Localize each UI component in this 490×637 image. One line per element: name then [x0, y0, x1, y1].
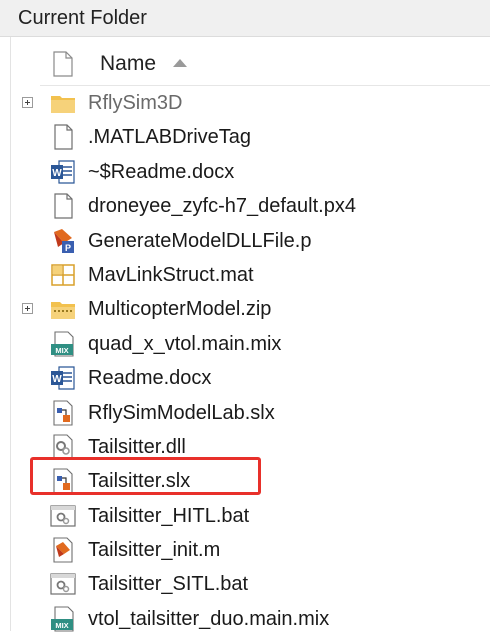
column-header-name[interactable]: Name	[40, 42, 490, 86]
file-name: RflySim3D	[88, 92, 183, 114]
file-row[interactable]: W ~$Readme.docx	[0, 155, 490, 189]
mix-file-icon: MIX	[50, 606, 76, 632]
highlight-box	[30, 457, 261, 495]
panel-title: Current Folder	[0, 0, 490, 37]
file-row[interactable]: Tailsitter_SITL.bat	[0, 567, 490, 601]
file-name: GenerateModelDLLFile.p	[88, 229, 312, 252]
matlab-p-file-icon: P	[50, 228, 76, 254]
file-name: MavLinkStruct.mat	[88, 263, 254, 286]
file-name: vtol_tailsitter_duo.main.mix	[88, 607, 330, 630]
matlab-script-icon	[50, 537, 76, 563]
svg-text:P: P	[65, 243, 71, 253]
file-row[interactable]: RflySimModelLab.slx	[0, 396, 490, 430]
file-row[interactable]: .MATLABDriveTag	[0, 120, 490, 154]
blank-file-icon	[50, 193, 76, 219]
file-name: .MATLABDriveTag	[88, 126, 252, 149]
file-row[interactable]: RflySim3D	[0, 86, 490, 120]
blank-file-icon	[50, 124, 76, 150]
mix-file-icon: MIX	[50, 331, 76, 357]
file-name: RflySimModelLab.slx	[88, 401, 275, 424]
mat-file-icon	[50, 262, 76, 288]
file-row[interactable]: Tailsitter_init.m	[0, 533, 490, 567]
batch-file-icon	[50, 571, 76, 597]
file-row[interactable]: Tailsitter_HITL.bat	[0, 499, 490, 533]
file-name: ~$Readme.docx	[88, 160, 235, 183]
expand-icon[interactable]	[22, 97, 33, 108]
svg-text:MIX: MIX	[55, 621, 68, 630]
svg-text:MIX: MIX	[55, 346, 68, 355]
sort-ascending-icon	[173, 59, 187, 67]
file-type-column-icon	[53, 51, 73, 77]
file-row[interactable]: MulticopterModel.zip	[0, 292, 490, 326]
file-row[interactable]: P GenerateModelDLLFile.p	[0, 224, 490, 258]
file-name: droneyee_zyfc-h7_default.px4	[88, 195, 356, 218]
file-row[interactable]: MIX quad_x_vtol.main.mix	[0, 327, 490, 361]
batch-file-icon	[50, 503, 76, 529]
dll-file-icon	[50, 434, 76, 460]
file-list: RflySim3D .MATLABDriveTag W ~$Readme.docx dr…	[0, 86, 490, 636]
file-row[interactable]: W Readme.docx	[0, 361, 490, 395]
file-name: Tailsitter.dll	[88, 435, 186, 458]
word-document-icon: W	[50, 159, 76, 185]
file-name: Tailsitter_HITL.bat	[88, 504, 250, 527]
word-document-icon: W	[50, 365, 76, 391]
file-row[interactable]: MavLinkStruct.mat	[0, 258, 490, 292]
file-row[interactable]: MIX vtol_tailsitter_duo.main.mix	[0, 602, 490, 636]
svg-text:W: W	[52, 168, 62, 179]
folder-icon	[50, 90, 76, 116]
zip-folder-icon	[50, 296, 76, 322]
name-column-label: Name	[100, 52, 157, 75]
simulink-model-icon	[50, 399, 76, 426]
file-name: quad_x_vtol.main.mix	[88, 332, 282, 355]
file-name: Tailsitter_SITL.bat	[88, 573, 249, 596]
file-name: MulticopterModel.zip	[88, 298, 272, 321]
expand-icon[interactable]	[22, 303, 33, 315]
file-row[interactable]: droneyee_zyfc-h7_default.px4	[0, 189, 490, 223]
current-folder-panel: Current Folder Name RflySim3D .MATLABDriv…	[0, 0, 490, 632]
svg-text:W: W	[52, 374, 62, 385]
file-name: Tailsitter_init.m	[88, 539, 221, 562]
file-name: Readme.docx	[88, 367, 212, 390]
